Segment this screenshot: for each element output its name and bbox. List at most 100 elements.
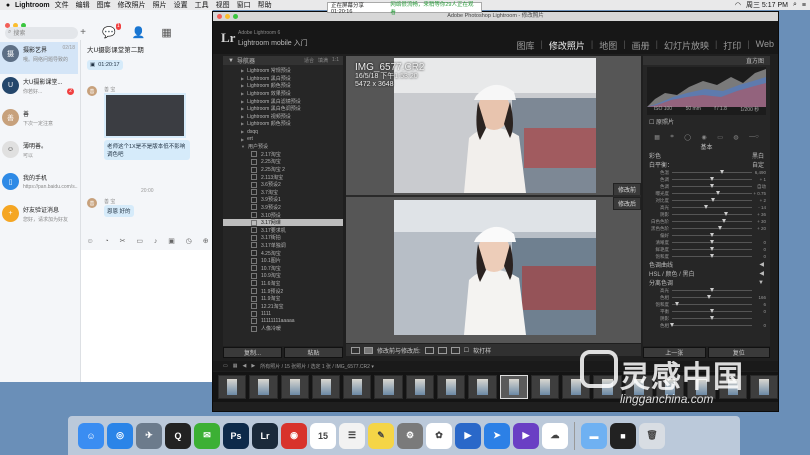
preset-item[interactable]: 2.25淘宝 — [223, 158, 343, 166]
photos-icon[interactable]: ✿ — [426, 422, 452, 449]
original-photo-row[interactable]: ☐ 原照片 — [643, 117, 770, 126]
menu-view[interactable]: 视图 — [216, 0, 230, 10]
preset-item[interactable]: 3.17要求机 — [223, 226, 343, 234]
filmstrip-thumbnail[interactable] — [499, 375, 528, 399]
preset-item[interactable]: 3.9预设1 — [223, 196, 343, 204]
preset-folder[interactable]: Lightroom 常规预设 — [223, 67, 343, 75]
preset-item[interactable]: 10.1图片 — [223, 257, 343, 265]
preset-item[interactable]: 3.17网课 — [223, 218, 343, 227]
screen-record-icon[interactable]: ■ — [610, 422, 636, 449]
conversation-item[interactable]: ▯ 我的手机 https://pan.baidu.com/s... — [0, 170, 78, 202]
preset-folder[interactable]: Lightroom 黑白预设 — [223, 75, 343, 83]
slider-track[interactable] — [672, 233, 752, 237]
conversation-item[interactable]: ☺ 薄明善。 可以 — [0, 138, 78, 170]
gif-icon[interactable]: ◔ — [104, 238, 108, 245]
filmstrip-thumbnail[interactable] — [280, 375, 309, 399]
preset-item[interactable]: 2.25淘宝 2 — [223, 166, 343, 174]
slider-knob[interactable] — [718, 226, 722, 230]
preset-folder[interactable]: Lightroom 黑白色调预设 — [223, 105, 343, 113]
radial-filter-icon[interactable]: ◍ — [733, 134, 738, 141]
slider-value[interactable]: 166 — [752, 295, 766, 300]
slider-value[interactable]: 0 — [752, 254, 766, 259]
apple-icon[interactable]: ● — [3, 2, 13, 9]
preset-item[interactable]: 12.21淘宝 — [223, 302, 343, 310]
before-after-mode[interactable]: 修改前与修改后: — [377, 346, 421, 355]
lightroom-icon[interactable]: Lr — [252, 422, 278, 449]
preset-folder[interactable]: Lightroom 视频预设 — [223, 113, 343, 121]
preset-folder[interactable]: Lightroom 黑白滤镜预设 — [223, 97, 343, 105]
slider-value[interactable]: 0 — [752, 247, 766, 252]
preset-item[interactable]: 2.17淘宝 — [223, 151, 343, 159]
filmstrip-thumbnail[interactable] — [249, 375, 278, 399]
menu-app-name[interactable]: Lightroom — [15, 2, 50, 9]
search-icon[interactable]: ⌕ — [793, 1, 797, 9]
baidu-netdisk-icon[interactable]: ☁ — [542, 422, 568, 449]
scissors-icon[interactable]: ✂ — [120, 237, 126, 245]
slider-track[interactable] — [672, 302, 752, 306]
slider-value[interactable]: 6,490 — [752, 170, 766, 175]
slider-knob[interactable] — [710, 309, 714, 313]
menu-settings[interactable]: 设置 — [174, 0, 188, 10]
wifi-icon[interactable]: ◠ — [735, 1, 741, 9]
trash-icon[interactable]: 🗑 — [639, 422, 665, 449]
folder-icon[interactable]: ▭ — [136, 237, 143, 245]
wechat-icon[interactable]: ✉ — [194, 422, 220, 449]
slider-track[interactable] — [672, 295, 752, 299]
back-arrow-icon[interactable]: ◀ — [242, 363, 246, 369]
loupe-view-icon[interactable] — [351, 346, 360, 354]
navigator-header[interactable]: ▼ 导航器 适合 填满 1:1 — [223, 56, 343, 65]
preset-item[interactable]: 10.9淘宝 — [223, 272, 343, 280]
slider-track[interactable] — [672, 205, 752, 209]
slider-knob[interactable] — [704, 205, 709, 209]
original-photo-checkbox[interactable]: ☐ 原照片 — [649, 117, 674, 126]
screenshot-image[interactable] — [104, 93, 186, 138]
netease-music-icon[interactable]: ◉ — [281, 422, 307, 449]
launchpad-icon[interactable]: ✈ — [136, 422, 162, 449]
messages-icon[interactable]: 💬 1 — [102, 23, 121, 39]
module-map[interactable]: 地图 — [599, 39, 617, 52]
menu-edit[interactable]: 编辑 — [76, 0, 90, 10]
grid-overlay-icon[interactable]: ▦ — [654, 134, 660, 141]
slider-knob[interactable] — [715, 191, 720, 195]
preset-item[interactable]: 11.6淘宝 — [223, 280, 343, 288]
slider-track[interactable] — [672, 170, 752, 174]
grid-icon[interactable]: ▦ — [233, 363, 238, 369]
folder-icon[interactable]: ▬ — [581, 422, 607, 449]
image-icon[interactable]: ▣ — [168, 237, 175, 245]
slider-knob[interactable] — [710, 240, 714, 244]
filmstrip-thumbnail[interactable] — [311, 375, 341, 399]
slider-knob[interactable] — [670, 323, 674, 327]
slider-value[interactable]: 0 — [752, 309, 766, 314]
module-develop[interactable]: 修改照片 — [549, 39, 585, 52]
treatment-bw[interactable]: 黑白 — [752, 151, 764, 160]
slider-track[interactable] — [672, 177, 752, 181]
slider-value[interactable]: + 30 — [752, 219, 766, 224]
emoji-icon[interactable]: ☺ — [86, 238, 93, 245]
slider-knob[interactable] — [719, 170, 724, 174]
filmstrip-thumbnail[interactable] — [218, 375, 247, 399]
copy-settings-reverse-icon[interactable] — [450, 346, 460, 354]
mic-icon[interactable]: ♪ — [154, 238, 158, 245]
slider-track[interactable] — [672, 309, 752, 313]
slider-knob[interactable] — [724, 212, 729, 216]
swap-icon[interactable] — [424, 346, 434, 354]
minimize-window-button[interactable] — [225, 14, 230, 19]
filmstrip-view-icon[interactable]: ▭ — [223, 363, 228, 369]
preset-item[interactable]: 4.25淘宝 — [223, 249, 343, 257]
contacts-icon[interactable]: 👤 — [132, 26, 146, 39]
crop-icon[interactable]: ⌗ — [670, 134, 673, 141]
zoom-window-button[interactable] — [233, 14, 238, 19]
preset-item[interactable]: 3.9预设2 — [223, 204, 343, 212]
filmstrip-thumbnail[interactable] — [436, 375, 466, 399]
histogram-chart[interactable]: ISO 100 50 mm f / 1.8 1/200 秒 — [647, 67, 766, 115]
video-editor-icon[interactable]: ▶ — [455, 422, 481, 449]
close-window-button[interactable] — [217, 14, 222, 19]
menu-file[interactable]: 文件 — [55, 0, 69, 10]
feishu-icon[interactable]: ➤ — [484, 422, 510, 449]
filmstrip-path[interactable]: 所有照片 / 15 张照片 / 选定 1 张 / IMG_6577.CR2 ▾ — [260, 363, 374, 370]
menu-help[interactable]: 帮助 — [258, 0, 272, 10]
filmstrip-thumbnail[interactable] — [374, 375, 403, 399]
conversation-item[interactable]: 善 善下次一定注意 — [0, 106, 78, 138]
slider-track[interactable] — [672, 198, 752, 202]
filmstrip-thumbnail[interactable] — [343, 375, 372, 399]
